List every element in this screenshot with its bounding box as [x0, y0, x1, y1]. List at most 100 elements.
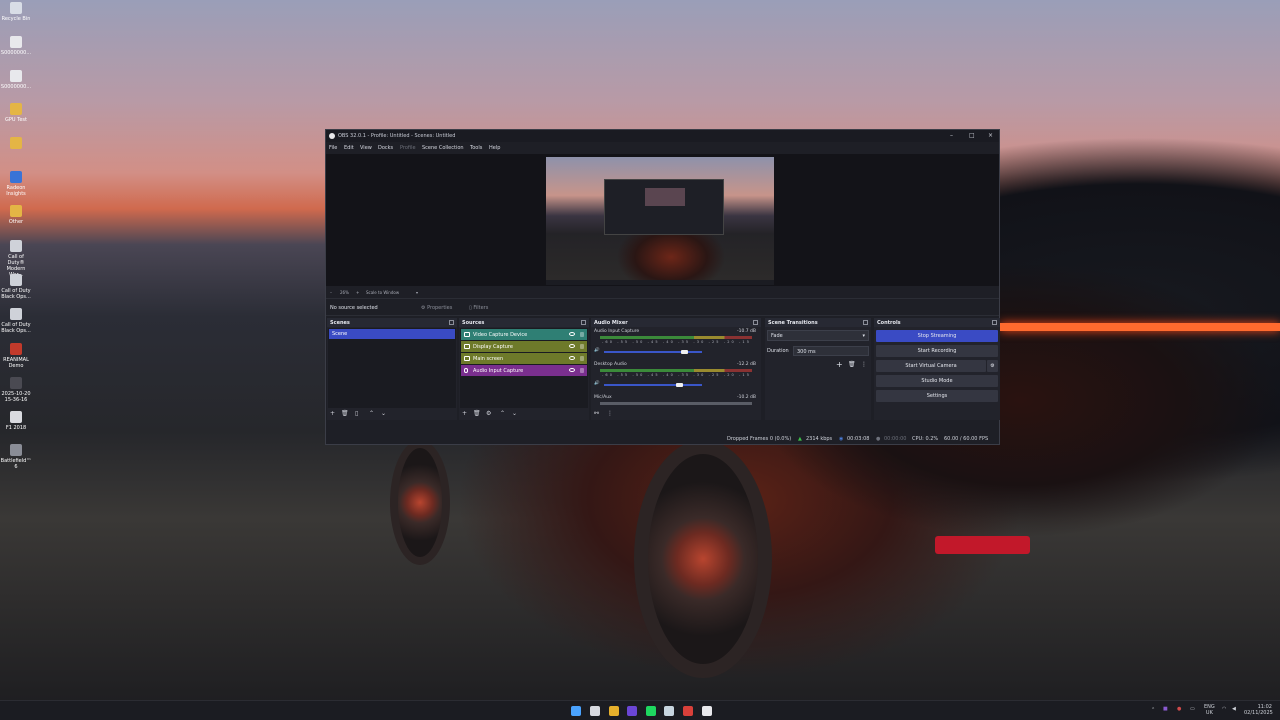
menu-file[interactable]: File: [329, 145, 337, 151]
mixer-channel: Mic/Aux -10.2 dB: [594, 395, 758, 409]
duration-input[interactable]: 300 ms: [793, 346, 869, 356]
volume-slider[interactable]: [604, 383, 702, 387]
move-up-icon[interactable]: ⌃: [500, 410, 505, 417]
chevron-up-icon[interactable]: ⌃: [1151, 707, 1155, 713]
lock-icon[interactable]: [580, 356, 584, 361]
desktop-icon[interactable]: Radeon Insights: [0, 171, 32, 197]
start-recording-button[interactable]: Start Recording: [876, 345, 998, 357]
speaker-icon[interactable]: 🔊: [594, 381, 600, 386]
desktop-icon[interactable]: Call of Duty Black Ops...: [0, 308, 32, 334]
slider-knob[interactable]: [676, 383, 684, 387]
menu-tools[interactable]: Tools: [470, 145, 482, 151]
desktop-icon[interactable]: S0000000...: [0, 70, 32, 90]
source-item[interactable]: Audio Input Capture: [461, 365, 587, 376]
slider-knob[interactable]: [681, 350, 689, 354]
maximize-button[interactable]: □: [969, 132, 975, 139]
source-item[interactable]: Video Capture Device: [461, 329, 587, 340]
obs-icon[interactable]: [683, 706, 693, 716]
desktop-icon[interactable]: F1 2018: [0, 411, 32, 431]
menu-help[interactable]: Help: [489, 145, 500, 151]
lock-icon[interactable]: [580, 368, 584, 373]
battery-icon[interactable]: ▭: [1190, 706, 1195, 712]
desktop-icon[interactable]: Call of Duty® Modern War...: [0, 240, 32, 278]
more-icon[interactable]: ⋮: [861, 361, 867, 368]
virtual-camera-settings-button[interactable]: ⚙: [987, 360, 998, 372]
preview-area[interactable]: [326, 154, 999, 286]
shortcut-icon: [10, 274, 22, 286]
desktop-icon[interactable]: REANIMAL Demo: [0, 343, 32, 369]
zoom-in-button[interactable]: +: [356, 290, 359, 295]
wifi-icon[interactable]: ◠: [1222, 706, 1226, 712]
speaker-icon[interactable]: 🔊: [594, 348, 600, 353]
scene-item[interactable]: Scene: [329, 329, 455, 339]
lock-icon[interactable]: [580, 332, 584, 337]
microphone-icon[interactable]: ●: [1177, 706, 1181, 712]
undock-icon[interactable]: [753, 320, 758, 325]
desktop-icon[interactable]: [0, 137, 32, 151]
add-source-icon[interactable]: +: [462, 410, 467, 417]
undock-icon[interactable]: [581, 320, 586, 325]
desktop-icon[interactable]: Other: [0, 205, 32, 225]
add-scene-icon[interactable]: +: [330, 410, 335, 417]
menu-docks[interactable]: Docks: [378, 145, 393, 151]
transition-select[interactable]: Fade ▾: [767, 330, 869, 341]
trash-icon[interactable]: 🗑: [848, 361, 856, 368]
desktop-icon[interactable]: Recycle Bin: [0, 2, 32, 22]
mixer-toolbar: ⚯ ⋮: [591, 408, 761, 420]
move-down-icon[interactable]: ⌄: [381, 410, 386, 417]
menu-scene-collection[interactable]: Scene Collection: [422, 145, 464, 151]
desktop-icon[interactable]: S0000000...: [0, 36, 32, 56]
filter-icon[interactable]: ▯: [355, 410, 358, 417]
desktop-icon[interactable]: 2025-10-20 15-36-16: [0, 377, 32, 403]
app-icon[interactable]: [627, 706, 637, 716]
menu-edit[interactable]: Edit: [344, 145, 354, 151]
source-item[interactable]: Display Capture: [461, 341, 587, 352]
desktop-icon[interactable]: GPU Test: [0, 103, 32, 123]
settings-button[interactable]: Settings: [876, 390, 998, 402]
undock-icon[interactable]: [449, 320, 454, 325]
spotify-icon[interactable]: [646, 706, 656, 716]
trash-icon[interactable]: 🗑: [473, 410, 481, 417]
terminal-icon[interactable]: [702, 706, 712, 716]
clock[interactable]: 11:02 02/11/2025: [1244, 704, 1273, 716]
studio-mode-button[interactable]: Studio Mode: [876, 375, 998, 387]
move-down-icon[interactable]: ⌄: [512, 410, 517, 417]
lock-icon[interactable]: [580, 344, 584, 349]
search-icon[interactable]: [590, 706, 600, 716]
filters-button[interactable]: ▯ Filters: [469, 305, 488, 311]
more-icon[interactable]: ⋮: [607, 410, 613, 417]
gear-icon[interactable]: ⚙: [486, 410, 491, 417]
move-up-icon[interactable]: ⌃: [369, 410, 374, 417]
undock-icon[interactable]: [992, 320, 997, 325]
eye-icon[interactable]: [569, 332, 575, 336]
start-virtual-camera-button[interactable]: Start Virtual Camera: [876, 360, 986, 372]
eye-icon[interactable]: [569, 368, 575, 372]
language-indicator[interactable]: ENG UK: [1204, 704, 1215, 716]
steam-icon[interactable]: [664, 706, 674, 716]
properties-button[interactable]: ⚙ Properties: [421, 305, 452, 311]
tray-app-icon[interactable]: ■: [1163, 706, 1168, 712]
zoom-out-button[interactable]: –: [330, 290, 332, 295]
volume-slider[interactable]: [604, 350, 702, 354]
menu-profile[interactable]: Profile: [400, 145, 416, 151]
trash-icon[interactable]: 🗑: [341, 410, 349, 417]
stop-streaming-button[interactable]: Stop Streaming: [876, 330, 998, 342]
undock-icon[interactable]: [863, 320, 868, 325]
minimize-button[interactable]: –: [950, 132, 953, 139]
title-bar[interactable]: OBS 32.0.1 - Profile: Untitled - Scenes:…: [326, 130, 999, 142]
chrome-icon[interactable]: [609, 706, 619, 716]
speaker-icon[interactable]: ◀: [1232, 706, 1236, 712]
menu-view[interactable]: View: [360, 145, 372, 151]
eye-icon[interactable]: [569, 356, 575, 360]
scale-mode-select[interactable]: Scale to Window: [366, 290, 399, 295]
close-button[interactable]: ×: [988, 132, 993, 139]
start-icon[interactable]: [571, 706, 581, 716]
desktop-icon[interactable]: Battlefield™ 6: [0, 444, 32, 470]
source-item[interactable]: Main screen: [461, 353, 587, 364]
desktop-icon[interactable]: Call of Duty Black Ops...: [0, 274, 32, 300]
link-icon[interactable]: ⚯: [594, 410, 599, 417]
chevron-down-icon[interactable]: ▾: [416, 290, 418, 295]
microphone-icon: [464, 368, 468, 373]
eye-icon[interactable]: [569, 344, 575, 348]
add-transition-icon[interactable]: +: [836, 360, 843, 369]
